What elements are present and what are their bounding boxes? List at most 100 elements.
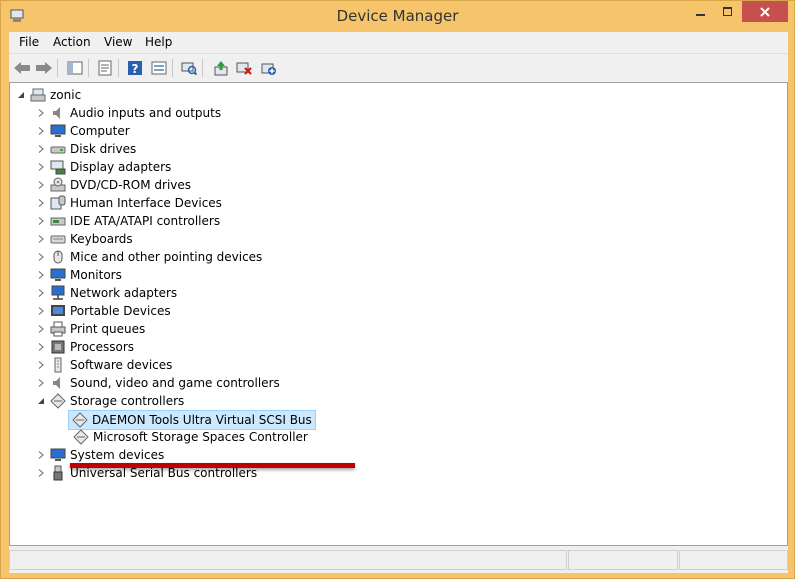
tree-item-display-adapters[interactable]: Display adapters: [36, 158, 171, 176]
expand-arrow-icon[interactable]: [36, 162, 46, 172]
tree-item-disk-drives[interactable]: Disk drives: [36, 140, 136, 158]
title-bar[interactable]: Device Manager: [1, 1, 794, 32]
expand-arrow-icon[interactable]: [36, 216, 46, 226]
display-adapter-icon: [50, 159, 66, 175]
ide-controller-icon: [50, 213, 66, 229]
tree-item-label: Computer: [70, 124, 130, 138]
scan-hardware-icon[interactable]: [179, 58, 199, 78]
update-driver-icon[interactable]: [211, 58, 231, 78]
tree-item-mice[interactable]: Mice and other pointing devices: [36, 248, 262, 266]
status-bar: [9, 548, 788, 572]
toolbar-separator: [202, 59, 203, 77]
processor-icon: [50, 339, 66, 355]
minimize-button[interactable]: [687, 1, 714, 22]
expand-arrow-icon[interactable]: [36, 450, 46, 460]
expand-arrow-icon[interactable]: [36, 360, 46, 370]
expand-arrow-icon[interactable]: [36, 468, 46, 478]
expand-arrow-icon[interactable]: [36, 288, 46, 298]
toolbar-separator: [172, 59, 173, 77]
svg-text:?: ?: [132, 62, 139, 76]
tree-item-storage-spaces[interactable]: Microsoft Storage Spaces Controller: [73, 428, 308, 446]
tree-root[interactable]: zonic: [16, 86, 81, 104]
tree-item-label: Microsoft Storage Spaces Controller: [93, 430, 308, 444]
show-hide-console-tree-icon[interactable]: [65, 58, 85, 78]
expand-arrow-icon[interactable]: [36, 342, 46, 352]
tree-item-label: Mice and other pointing devices: [70, 250, 263, 264]
uninstall-icon[interactable]: [234, 58, 254, 78]
tree-item-system-devices[interactable]: System devices: [36, 446, 164, 464]
back-icon[interactable]: [12, 58, 32, 78]
toolbar-separator: [118, 59, 119, 77]
tree-item-print-queues[interactable]: Print queues: [36, 320, 145, 338]
window-title: Device Manager: [336, 7, 459, 25]
system-device-icon: [50, 447, 66, 463]
menu-action[interactable]: Action: [53, 35, 91, 49]
expand-arrow-icon[interactable]: [36, 252, 46, 262]
toolbar-separator: [88, 59, 89, 77]
menu-view[interactable]: View: [104, 35, 132, 49]
tree-item-storage-controllers[interactable]: Storage controllers: [36, 392, 184, 410]
tree-item-label: IDE ATA/ATAPI controllers: [70, 214, 221, 228]
hid-icon: [50, 195, 66, 211]
tree-item-daemon-tools[interactable]: DAEMON Tools Ultra Virtual SCSI Bus: [68, 410, 316, 430]
tree-item-label: Portable Devices: [70, 304, 171, 318]
device-tree[interactable]: zonic Audio inputs and outputs Computer …: [9, 82, 788, 546]
menu-file[interactable]: File: [19, 35, 39, 49]
storage-controller-icon: [73, 429, 89, 445]
expand-arrow-icon[interactable]: [36, 324, 46, 334]
tree-item-label: Network adapters: [70, 286, 178, 300]
tree-item-label: Display adapters: [70, 160, 172, 174]
add-legacy-icon[interactable]: [259, 58, 279, 78]
forward-icon[interactable]: [34, 58, 54, 78]
tree-item-dvd[interactable]: DVD/CD-ROM drives: [36, 176, 191, 194]
properties-icon[interactable]: [95, 58, 115, 78]
tree-item-label: DAEMON Tools Ultra Virtual SCSI Bus: [92, 413, 312, 427]
tree-item-sound[interactable]: Sound, video and game controllers: [36, 374, 280, 392]
expand-arrow-icon[interactable]: [36, 198, 46, 208]
tree-item-label: Monitors: [70, 268, 122, 282]
device-manager-window: Device Manager File Action View Help ? z…: [0, 0, 795, 579]
tree-item-usb[interactable]: Universal Serial Bus controllers: [36, 464, 257, 482]
expand-arrow-icon[interactable]: [36, 144, 46, 154]
expand-arrow-icon[interactable]: [36, 378, 46, 388]
tree-item-label: System devices: [70, 448, 165, 462]
close-button[interactable]: [742, 1, 788, 22]
tree-item-label: Software devices: [70, 358, 173, 372]
computer-icon: [30, 87, 46, 103]
speaker-icon: [50, 375, 66, 391]
tree-item-label: DVD/CD-ROM drives: [70, 178, 192, 192]
expand-arrow-icon[interactable]: [36, 126, 46, 136]
tree-item-label: Processors: [70, 340, 135, 354]
tree-item-software-devices[interactable]: Software devices: [36, 356, 172, 374]
tree-item-monitors[interactable]: Monitors: [36, 266, 122, 284]
tree-item-label: Universal Serial Bus controllers: [70, 466, 258, 480]
collapse-arrow-icon[interactable]: [16, 90, 26, 100]
portable-device-icon: [50, 303, 66, 319]
tree-item-ide[interactable]: IDE ATA/ATAPI controllers: [36, 212, 220, 230]
tree-item-hid[interactable]: Human Interface Devices: [36, 194, 222, 212]
monitor-icon: [50, 267, 66, 283]
status-cell-2: [568, 550, 678, 570]
tree-item-network[interactable]: Network adapters: [36, 284, 177, 302]
view-icon[interactable]: [149, 58, 169, 78]
expand-arrow-icon[interactable]: [36, 270, 46, 280]
tree-item-keyboards[interactable]: Keyboards: [36, 230, 133, 248]
status-cell-3: [679, 550, 788, 570]
tree-item-label: Print queues: [70, 322, 146, 336]
toolbar: ?: [9, 53, 788, 81]
expand-arrow-icon[interactable]: [36, 306, 46, 316]
help-icon[interactable]: ?: [125, 58, 145, 78]
tree-item-label: Audio inputs and outputs: [70, 106, 222, 120]
maximize-button[interactable]: [714, 1, 741, 22]
menu-help[interactable]: Help: [145, 35, 172, 49]
expand-arrow-icon[interactable]: [36, 180, 46, 190]
tree-item-portable[interactable]: Portable Devices: [36, 302, 171, 320]
collapse-arrow-icon[interactable]: [36, 396, 46, 406]
expand-arrow-icon[interactable]: [36, 108, 46, 118]
tree-item-label: Sound, video and game controllers: [70, 376, 280, 390]
storage-controller-icon: [72, 412, 88, 428]
expand-arrow-icon[interactable]: [36, 234, 46, 244]
tree-item-processors[interactable]: Processors: [36, 338, 134, 356]
tree-item-computer[interactable]: Computer: [36, 122, 130, 140]
tree-item-audio[interactable]: Audio inputs and outputs: [36, 104, 221, 122]
